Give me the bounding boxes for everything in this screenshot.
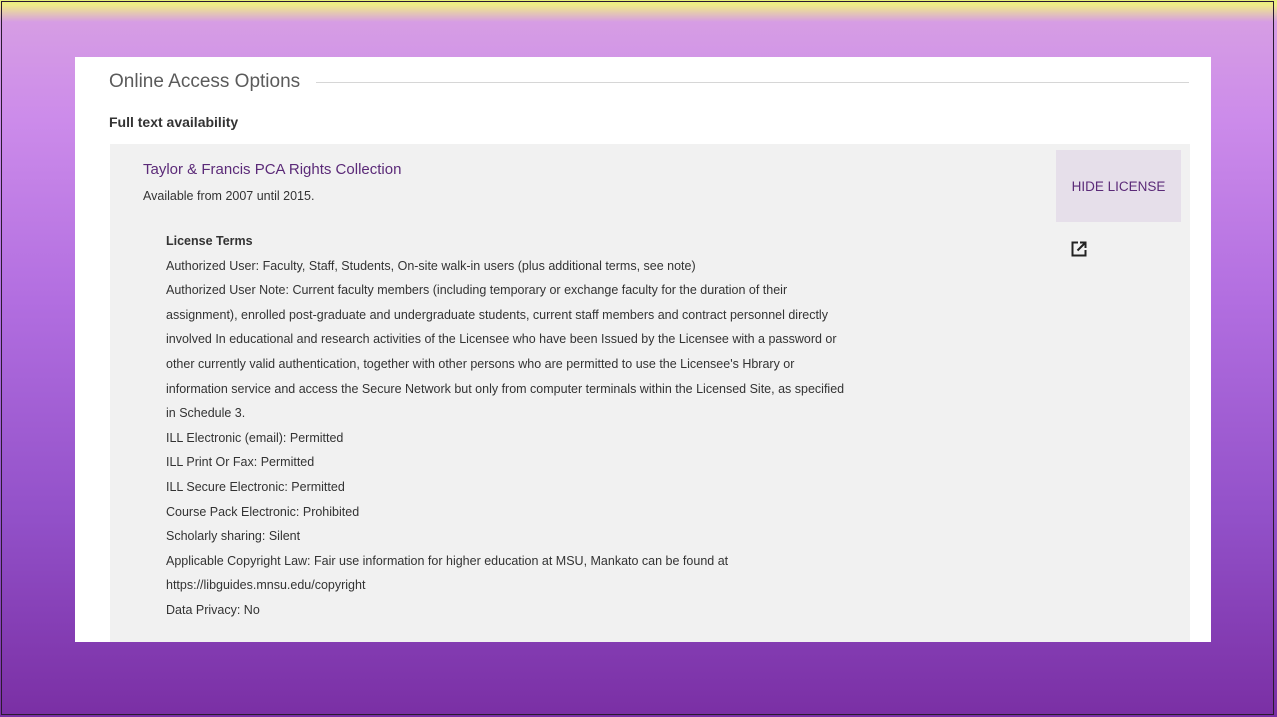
license-authorized-user-note: information service and access the Secur… [166,381,845,396]
online-access-panel: Online Access Options Full text availabi… [75,57,1211,642]
license-authorized-user-note: assignment), enrolled post-graduate and … [166,307,828,322]
license-authorized-user: Authorized User: Faculty, Staff, Student… [166,258,696,273]
license-data-privacy: Data Privacy: No [166,602,260,617]
license-ill-print-fax: ILL Print Or Fax: Permitted [166,455,315,470]
license-ill-electronic: ILL Electronic (email): Permitted [166,430,344,445]
license-scholarly-sharing: Scholarly sharing: Silent [166,529,301,544]
external-link-icon[interactable] [1070,240,1088,258]
license-ill-secure-electronic: ILL Secure Electronic: Permitted [166,479,345,494]
license-copyright-law: Applicable Copyright Law: Fair use infor… [166,553,729,568]
license-terms-heading: License Terms [166,234,253,248]
full-text-availability-heading: Full text availability [109,114,239,130]
license-authorized-user-note: other currently valid authentication, to… [166,356,795,371]
license-course-pack-electronic: Course Pack Electronic: Prohibited [166,504,360,519]
license-authorized-user-note: Authorized User Note: Current faculty me… [166,283,788,298]
license-terms: License Terms Authorized User: Faculty, … [166,229,1006,623]
section-divider [316,81,1189,83]
section-header: Online Access Options [109,69,1189,95]
hide-license-button[interactable]: HIDE LICENSE [1056,150,1181,222]
license-authorized-user-note: involved In educational and research act… [166,332,837,347]
section-title: Online Access Options [109,71,301,92]
license-copyright-law: https://libguides.mnsu.edu/copyright [166,578,366,593]
availability-dates: Available from 2007 until 2015. [143,189,315,203]
service-card: Taylor & Francis PCA Rights Collection A… [110,144,1190,642]
license-authorized-user-note: in Schedule 3. [166,406,246,421]
collection-link[interactable]: Taylor & Francis PCA Rights Collection [143,161,401,178]
